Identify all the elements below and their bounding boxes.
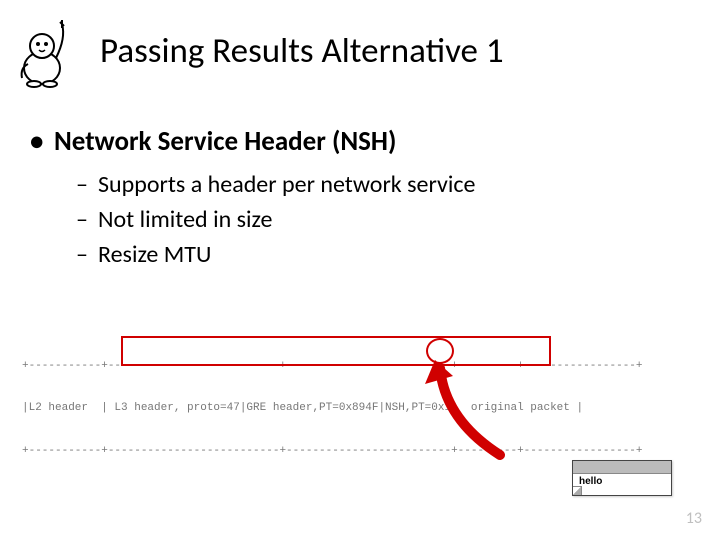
bullet-level1: Network Service Header (NSH) bbox=[30, 125, 690, 158]
bullet-level2: Resize MTU bbox=[30, 240, 690, 269]
mascot-icon bbox=[12, 18, 72, 88]
packet-row: |L2 header | L3 header, proto=47|GRE hea… bbox=[22, 401, 698, 415]
bullet-level2: Not limited in size bbox=[30, 205, 690, 234]
packet-border: +-----------+--------------------------+… bbox=[22, 444, 698, 458]
page-number: 13 bbox=[686, 509, 702, 528]
note-label: hello bbox=[579, 476, 602, 487]
content-area: Network Service Header (NSH) Supports a … bbox=[30, 125, 690, 275]
slide-title: Passing Results Alternative 1 bbox=[100, 30, 504, 72]
bullet-level2: Supports a header per network service bbox=[30, 170, 690, 199]
note-card: hello bbox=[572, 460, 672, 496]
arrow-icon bbox=[425, 360, 525, 470]
